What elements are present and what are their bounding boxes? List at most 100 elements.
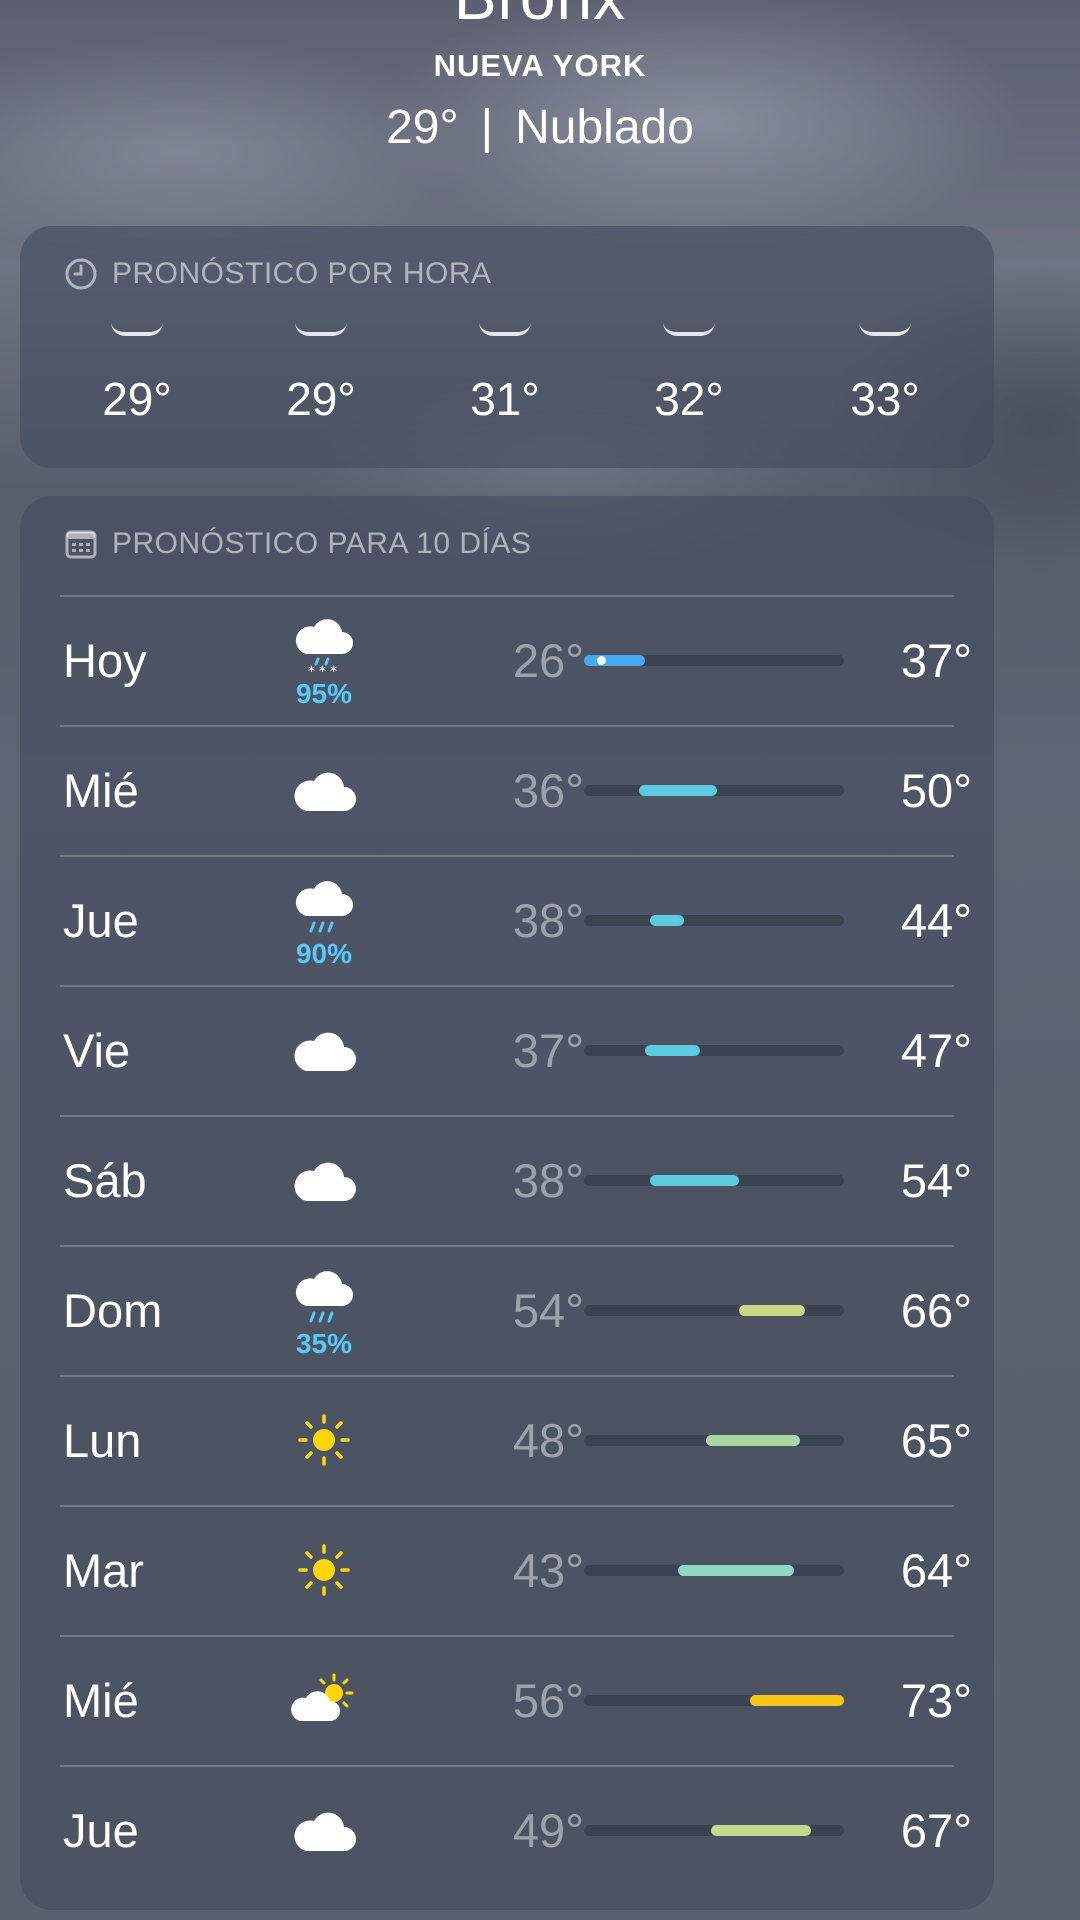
low-temp: 48° <box>512 1414 584 1467</box>
current-separator: | <box>480 101 494 154</box>
temp-range-bar <box>711 1825 811 1836</box>
temp-range-bar <box>644 1045 701 1056</box>
svg-text:*: * <box>308 664 315 678</box>
cloud-icon <box>288 1019 360 1086</box>
hourly-temp: 29° <box>102 373 172 425</box>
temp-range-track <box>584 1435 844 1446</box>
daily-forecast-row[interactable]: Lun 48° 65° <box>20 1376 994 1506</box>
daily-forecast-row[interactable]: Vie 37° 47° <box>20 986 994 1116</box>
state-name: NUEVA YORK <box>433 48 647 83</box>
daily-forecast-row[interactable]: Mié 56° 73° <box>20 1636 994 1766</box>
sun-icon <box>288 1539 360 1606</box>
low-temp: 36° <box>512 764 584 817</box>
hourly-forecast-card[interactable]: PRONÓSTICO POR HORA 29° 29° 31° 32° 33° <box>20 226 994 468</box>
weather-icon-group <box>282 744 366 840</box>
weather-icon <box>859 322 911 336</box>
hourly-item[interactable]: 29° <box>62 322 212 426</box>
temp-range-bar <box>650 915 684 926</box>
partly-cloudy-icon <box>288 1669 360 1736</box>
daily-forecast-title: PRONÓSTICO PARA 10 DÍAS <box>112 527 532 560</box>
current-temp: 29° <box>386 101 459 154</box>
weather-icon-group <box>282 1394 366 1490</box>
temp-range-bar <box>749 1695 844 1706</box>
daily-forecast-header: PRONÓSTICO PARA 10 DÍAS <box>64 524 531 564</box>
sun-icon <box>288 1409 360 1476</box>
daily-forecast-row[interactable]: Jue 49° 67° <box>20 1766 994 1896</box>
weather-icon-group <box>282 1654 366 1750</box>
cloud-rain-icon <box>288 1266 360 1333</box>
high-temp: 47° <box>900 1024 972 1077</box>
svg-text:*: * <box>330 664 337 678</box>
day-label: Vie <box>63 1024 131 1077</box>
temp-range-track <box>584 785 844 796</box>
hourly-item[interactable]: 32° <box>614 322 764 426</box>
weather-icon-group <box>282 1784 366 1880</box>
temp-range-bar <box>738 1305 806 1316</box>
daily-forecast-card[interactable]: PRONÓSTICO PARA 10 DÍAS Hoy * * * 95% 26° 37° M… <box>20 496 994 1910</box>
temp-range-track <box>584 1695 844 1706</box>
low-temp: 43° <box>512 1544 584 1597</box>
low-temp: 26° <box>512 634 584 687</box>
day-label: Hoy <box>63 634 147 687</box>
temp-range-track <box>584 1825 844 1836</box>
temp-range-bar <box>678 1565 795 1576</box>
day-label: Jue <box>63 894 139 947</box>
weather-icon <box>111 322 163 336</box>
day-label: Mar <box>63 1544 144 1597</box>
low-temp: 54° <box>512 1284 584 1337</box>
weather-icon-group <box>282 1134 366 1230</box>
weather-icon-group <box>282 1524 366 1620</box>
weather-icon-group <box>282 1004 366 1100</box>
high-temp: 44° <box>900 894 972 947</box>
high-temp: 50° <box>900 764 972 817</box>
hourly-temp: 31° <box>470 373 540 425</box>
daily-forecast-row[interactable]: Mié 36° 50° <box>20 726 994 856</box>
hourly-item[interactable]: 29° <box>246 322 396 426</box>
low-temp: 38° <box>512 1154 584 1207</box>
daily-forecast-row[interactable]: Dom 35% 54° 66° <box>20 1246 994 1376</box>
day-label: Dom <box>63 1284 163 1337</box>
low-temp: 38° <box>512 894 584 947</box>
high-temp: 37° <box>900 634 972 687</box>
temp-range-bar <box>650 1175 739 1186</box>
precip-chance: 35% <box>295 1327 353 1359</box>
day-label: Sáb <box>63 1154 147 1207</box>
temp-range-bar <box>639 785 717 796</box>
current-conditions: 29° | Nublado <box>0 100 1080 155</box>
high-temp: 54° <box>900 1154 972 1207</box>
daily-forecast-row[interactable]: Sáb 38° 54° <box>20 1116 994 1246</box>
low-temp: 37° <box>512 1024 584 1077</box>
hourly-forecast-title: PRONÓSTICO POR HORA <box>112 257 492 290</box>
cloud-icon <box>288 1149 360 1216</box>
weather-icon <box>479 322 531 336</box>
high-temp: 67° <box>900 1804 972 1857</box>
precip-chance: 90% <box>295 937 353 969</box>
hourly-temp: 29° <box>286 373 356 425</box>
svg-text:*: * <box>319 664 326 678</box>
weather-icon <box>295 322 347 336</box>
weather-icon-group: 90% <box>282 874 366 970</box>
hourly-temp: 33° <box>850 373 920 425</box>
temp-range-track <box>584 655 844 666</box>
current-condition: Nublado <box>515 101 694 154</box>
weather-icon <box>663 322 715 336</box>
hourly-forecast-header: PRONÓSTICO POR HORA <box>64 254 492 294</box>
daily-forecast-row[interactable]: Jue 90% 38° 44° <box>20 856 994 986</box>
temp-range-track <box>584 915 844 926</box>
temp-range-track <box>584 1045 844 1056</box>
hourly-item[interactable]: 31° <box>430 322 580 426</box>
daily-forecast-row[interactable]: Hoy * * * 95% 26° 37° <box>20 596 994 726</box>
calendar-icon <box>65 530 97 559</box>
high-temp: 65° <box>900 1414 972 1467</box>
precip-chance: 95% <box>295 677 353 709</box>
cloud-rain-icon <box>288 876 360 943</box>
city-name: Bronx <box>0 0 1080 34</box>
hourly-item[interactable]: 33° <box>810 322 960 426</box>
low-temp: 49° <box>512 1804 584 1857</box>
daily-forecast-row[interactable]: Mar 43° 64° <box>20 1506 994 1636</box>
current-temp-dot <box>596 656 606 665</box>
temp-range-track <box>584 1565 844 1576</box>
temp-range-bar <box>584 655 645 666</box>
clock-icon <box>65 258 97 290</box>
high-temp: 73° <box>900 1674 972 1727</box>
